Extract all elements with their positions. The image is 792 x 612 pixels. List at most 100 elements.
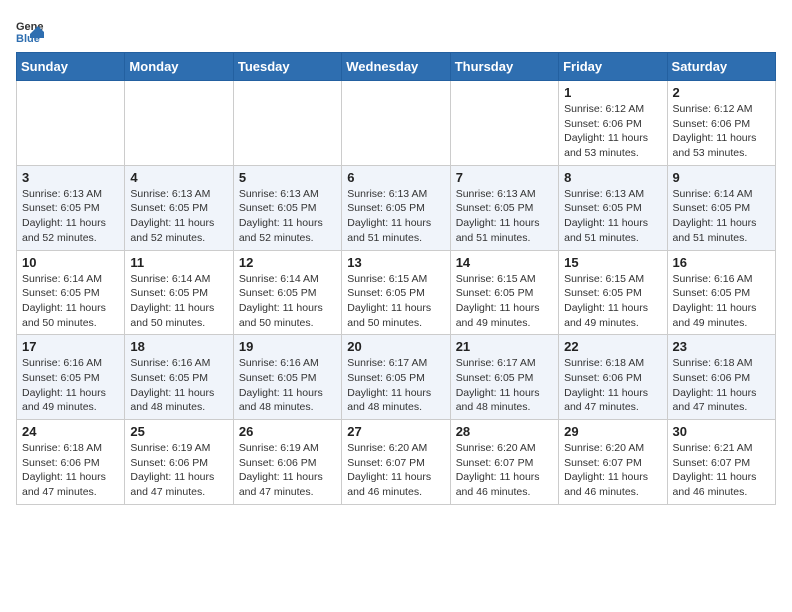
day-info: Sunrise: 6:14 AMSunset: 6:05 PMDaylight:… <box>673 187 770 246</box>
week-row-0: 1 Sunrise: 6:12 AMSunset: 6:06 PMDaylight… <box>17 81 776 166</box>
logo: General Blue <box>16 16 46 44</box>
day-info: Sunrise: 6:13 AMSunset: 6:05 PMDaylight:… <box>347 187 444 246</box>
day-number: 23 <box>673 339 770 354</box>
calendar-cell: 4 Sunrise: 6:13 AMSunset: 6:05 PMDaylight… <box>125 165 233 250</box>
calendar-cell: 28Sunrise: 6:20 AMSunset: 6:07 PMDayligh… <box>450 420 558 505</box>
calendar-cell: 16 Sunrise: 6:16 AMSunset: 6:05 PMDayligh… <box>667 250 775 335</box>
day-info: Sunrise: 6:13 AMSunset: 6:05 PMDaylight:… <box>130 187 227 246</box>
calendar-cell: 8 Sunrise: 6:13 AMSunset: 6:05 PMDaylight… <box>559 165 667 250</box>
day-info: Sunrise: 6:13 AMSunset: 6:05 PMDaylight:… <box>456 187 553 246</box>
day-number: 9 <box>673 170 770 185</box>
weekday-header-row: SundayMondayTuesdayWednesdayThursdayFrid… <box>17 53 776 81</box>
day-info: Sunrise: 6:17 AMSunset: 6:05 PMDaylight:… <box>347 356 444 415</box>
weekday-monday: Monday <box>125 53 233 81</box>
day-number: 24 <box>22 424 119 439</box>
calendar-cell <box>450 81 558 166</box>
calendar-cell: 2 Sunrise: 6:12 AMSunset: 6:06 PMDaylight… <box>667 81 775 166</box>
day-number: 7 <box>456 170 553 185</box>
calendar-cell: 27 Sunrise: 6:20 AMSunset: 6:07 PMDayligh… <box>342 420 450 505</box>
week-row-1: 3 Sunrise: 6:13 AMSunset: 6:05 PMDaylight… <box>17 165 776 250</box>
day-info: Sunrise: 6:12 AMSunset: 6:06 PMDaylight:… <box>564 102 661 161</box>
day-number: 2 <box>673 85 770 100</box>
day-number: 29 <box>564 424 661 439</box>
day-info: Sunrise: 6:14 AMSunset: 6:05 PMDaylight:… <box>130 272 227 331</box>
day-number: 5 <box>239 170 336 185</box>
day-info: Sunrise: 6:13 AMSunset: 6:05 PMDaylight:… <box>239 187 336 246</box>
logo-icon: General Blue <box>16 16 44 44</box>
calendar-cell: 9 Sunrise: 6:14 AMSunset: 6:05 PMDaylight… <box>667 165 775 250</box>
day-info: Sunrise: 6:16 AMSunset: 6:05 PMDaylight:… <box>22 356 119 415</box>
week-row-3: 17 Sunrise: 6:16 AMSunset: 6:05 PMDayligh… <box>17 335 776 420</box>
calendar-cell: 19 Sunrise: 6:16 AMSunset: 6:05 PMDayligh… <box>233 335 341 420</box>
day-info: Sunrise: 6:14 AMSunset: 6:05 PMDaylight:… <box>22 272 119 331</box>
day-info: Sunrise: 6:15 AMSunset: 6:05 PMDaylight:… <box>347 272 444 331</box>
calendar-cell: 29 Sunrise: 6:20 AMSunset: 6:07 PMDayligh… <box>559 420 667 505</box>
day-info: Sunrise: 6:17 AMSunset: 6:05 PMDaylight:… <box>456 356 553 415</box>
calendar-table: SundayMondayTuesdayWednesdayThursdayFrid… <box>16 52 776 505</box>
header: General Blue <box>16 16 776 44</box>
calendar-cell: 18 Sunrise: 6:16 AMSunset: 6:05 PMDayligh… <box>125 335 233 420</box>
calendar-cell: 1 Sunrise: 6:12 AMSunset: 6:06 PMDaylight… <box>559 81 667 166</box>
calendar-cell: 24Sunrise: 6:18 AMSunset: 6:06 PMDayligh… <box>17 420 125 505</box>
day-info: Sunrise: 6:21 AMSunset: 6:07 PMDaylight:… <box>673 441 770 500</box>
day-number: 4 <box>130 170 227 185</box>
day-info: Sunrise: 6:16 AMSunset: 6:05 PMDaylight:… <box>673 272 770 331</box>
day-number: 22 <box>564 339 661 354</box>
calendar-cell: 13 Sunrise: 6:15 AMSunset: 6:05 PMDayligh… <box>342 250 450 335</box>
week-row-4: 24Sunrise: 6:18 AMSunset: 6:06 PMDayligh… <box>17 420 776 505</box>
weekday-thursday: Thursday <box>450 53 558 81</box>
day-info: Sunrise: 6:20 AMSunset: 6:07 PMDaylight:… <box>347 441 444 500</box>
weekday-saturday: Saturday <box>667 53 775 81</box>
calendar-cell: 26Sunrise: 6:19 AMSunset: 6:06 PMDayligh… <box>233 420 341 505</box>
calendar-cell: 25 Sunrise: 6:19 AMSunset: 6:06 PMDayligh… <box>125 420 233 505</box>
day-info: Sunrise: 6:15 AMSunset: 6:05 PMDaylight:… <box>564 272 661 331</box>
day-number: 13 <box>347 255 444 270</box>
day-info: Sunrise: 6:16 AMSunset: 6:05 PMDaylight:… <box>130 356 227 415</box>
day-number: 18 <box>130 339 227 354</box>
calendar-cell: 10 Sunrise: 6:14 AMSunset: 6:05 PMDayligh… <box>17 250 125 335</box>
calendar-cell: 22Sunrise: 6:18 AMSunset: 6:06 PMDayligh… <box>559 335 667 420</box>
day-info: Sunrise: 6:15 AMSunset: 6:05 PMDaylight:… <box>456 272 553 331</box>
day-number: 6 <box>347 170 444 185</box>
day-info: Sunrise: 6:12 AMSunset: 6:06 PMDaylight:… <box>673 102 770 161</box>
calendar-cell: 21 Sunrise: 6:17 AMSunset: 6:05 PMDayligh… <box>450 335 558 420</box>
calendar-cell: 6 Sunrise: 6:13 AMSunset: 6:05 PMDaylight… <box>342 165 450 250</box>
day-number: 16 <box>673 255 770 270</box>
calendar-cell: 17 Sunrise: 6:16 AMSunset: 6:05 PMDayligh… <box>17 335 125 420</box>
day-info: Sunrise: 6:16 AMSunset: 6:05 PMDaylight:… <box>239 356 336 415</box>
day-number: 21 <box>456 339 553 354</box>
day-info: Sunrise: 6:19 AMSunset: 6:06 PMDaylight:… <box>239 441 336 500</box>
calendar-cell: 12 Sunrise: 6:14 AMSunset: 6:05 PMDayligh… <box>233 250 341 335</box>
day-info: Sunrise: 6:20 AMSunset: 6:07 PMDaylight:… <box>456 441 553 500</box>
svg-text:Blue: Blue <box>16 33 40 44</box>
day-info: Sunrise: 6:19 AMSunset: 6:06 PMDaylight:… <box>130 441 227 500</box>
weekday-wednesday: Wednesday <box>342 53 450 81</box>
day-info: Sunrise: 6:13 AMSunset: 6:05 PMDaylight:… <box>564 187 661 246</box>
day-number: 19 <box>239 339 336 354</box>
day-info: Sunrise: 6:18 AMSunset: 6:06 PMDaylight:… <box>673 356 770 415</box>
calendar-cell <box>342 81 450 166</box>
day-number: 27 <box>347 424 444 439</box>
day-number: 15 <box>564 255 661 270</box>
day-info: Sunrise: 6:20 AMSunset: 6:07 PMDaylight:… <box>564 441 661 500</box>
day-number: 3 <box>22 170 119 185</box>
day-number: 1 <box>564 85 661 100</box>
day-number: 20 <box>347 339 444 354</box>
calendar-cell: 23 Sunrise: 6:18 AMSunset: 6:06 PMDayligh… <box>667 335 775 420</box>
day-number: 25 <box>130 424 227 439</box>
day-number: 30 <box>673 424 770 439</box>
day-number: 12 <box>239 255 336 270</box>
week-row-2: 10 Sunrise: 6:14 AMSunset: 6:05 PMDayligh… <box>17 250 776 335</box>
day-number: 17 <box>22 339 119 354</box>
day-number: 10 <box>22 255 119 270</box>
day-info: Sunrise: 6:14 AMSunset: 6:05 PMDaylight:… <box>239 272 336 331</box>
calendar-cell <box>17 81 125 166</box>
calendar-cell: 11Sunrise: 6:14 AMSunset: 6:05 PMDayligh… <box>125 250 233 335</box>
calendar-cell: 3Sunrise: 6:13 AMSunset: 6:05 PMDaylight… <box>17 165 125 250</box>
calendar-cell: 20 Sunrise: 6:17 AMSunset: 6:05 PMDayligh… <box>342 335 450 420</box>
day-number: 8 <box>564 170 661 185</box>
calendar-cell: 15 Sunrise: 6:15 AMSunset: 6:05 PMDayligh… <box>559 250 667 335</box>
calendar-cell: 5 Sunrise: 6:13 AMSunset: 6:05 PMDaylight… <box>233 165 341 250</box>
day-number: 14 <box>456 255 553 270</box>
weekday-sunday: Sunday <box>17 53 125 81</box>
